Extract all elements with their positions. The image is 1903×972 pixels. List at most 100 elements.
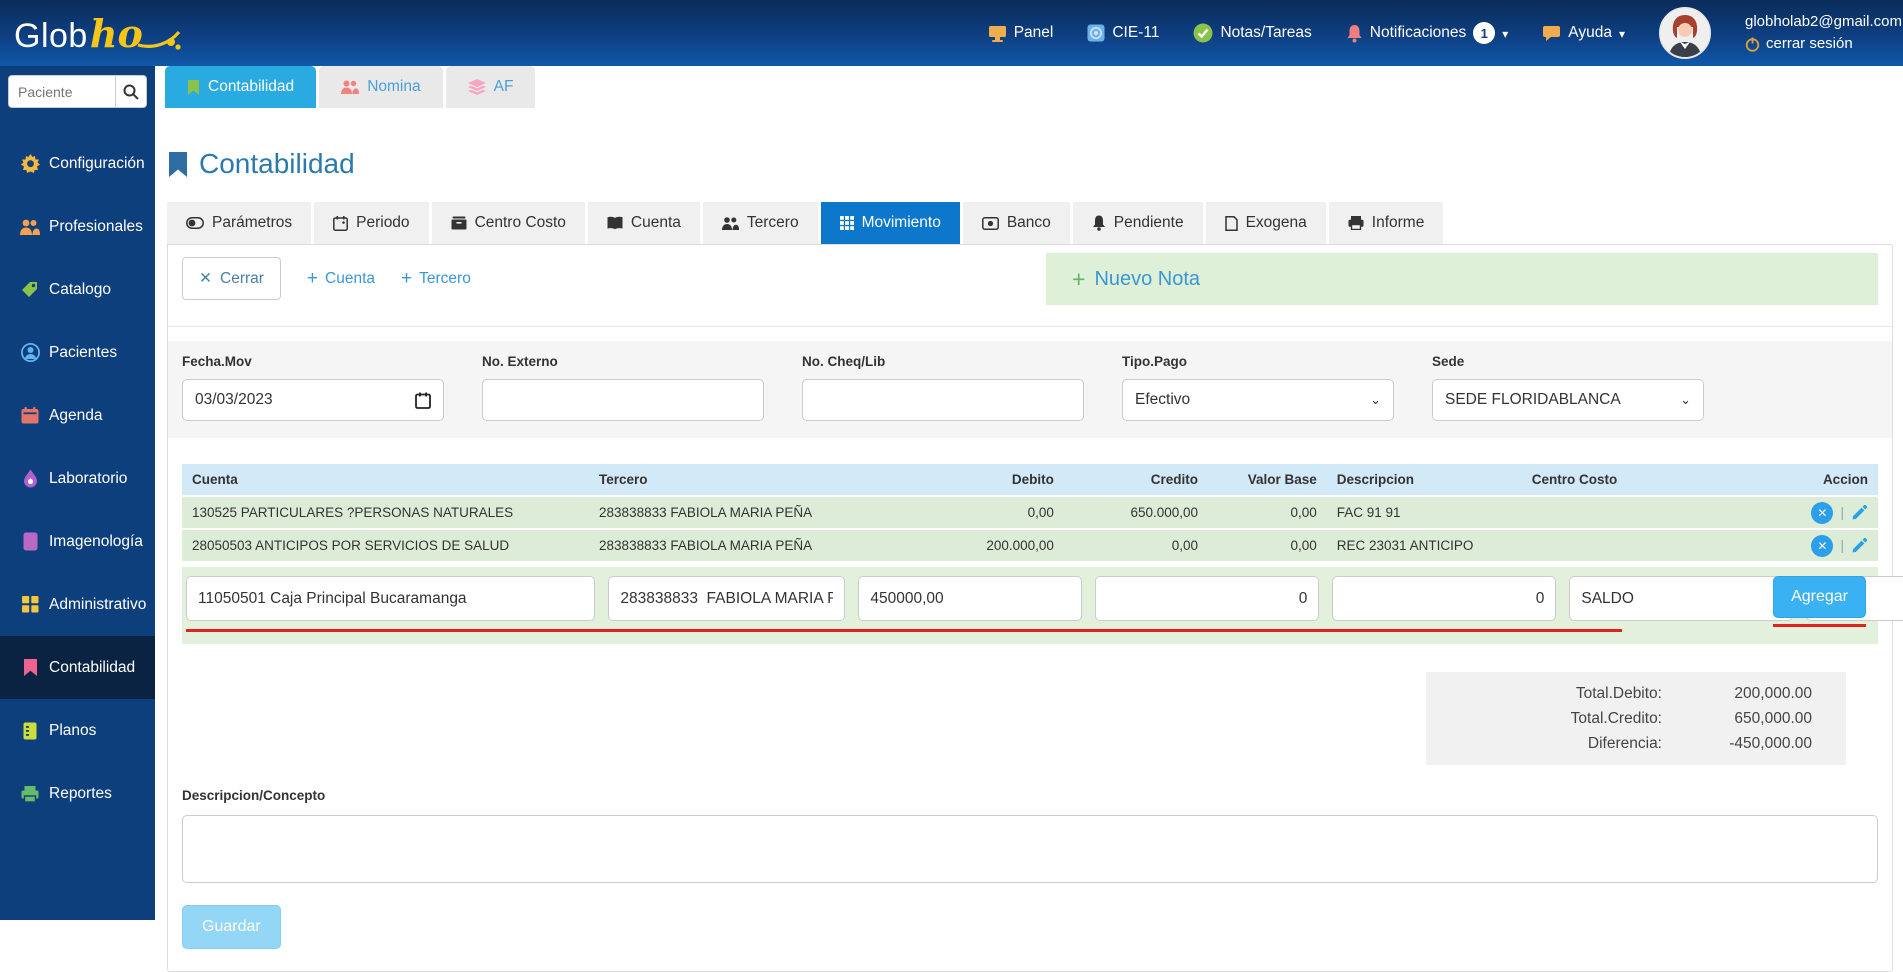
entry-valor-base-input[interactable] (1332, 576, 1557, 621)
add-tercero-button[interactable]: + Tercero (401, 268, 471, 290)
concept-textarea[interactable] (182, 815, 1878, 884)
subtab-exogena[interactable]: Exogena (1205, 202, 1326, 244)
app-logo[interactable]: Glob ho (0, 11, 440, 56)
logout-button[interactable]: cerrar sesión (1745, 33, 1903, 56)
sidebar-item-laboratorio[interactable]: Laboratorio (0, 447, 155, 510)
sidebar-item-profesionales[interactable]: Profesionales (0, 195, 155, 258)
logo-text: Glob (14, 16, 88, 55)
avatar[interactable] (1659, 7, 1711, 59)
user-email: globholab2@gmail.com (1745, 12, 1902, 30)
sidebar-item-administrativo[interactable]: Administrativo (0, 573, 155, 636)
cheq-input[interactable] (802, 379, 1084, 421)
sidebar-item-pacientes[interactable]: Pacientes (0, 321, 155, 384)
subtab-label: Cuenta (630, 214, 681, 231)
bookmark-icon (187, 79, 200, 96)
nav-notas-tareas[interactable]: Notas/Tareas (1193, 23, 1312, 43)
patient-search-input[interactable] (8, 75, 116, 108)
cell-valor-base: 0,00 (1290, 538, 1317, 553)
subtabs: Parámetros Periodo Centro Costo Cuenta T… (167, 202, 1903, 244)
col-valor-base: Valor Base (1247, 472, 1317, 487)
sede-value: SEDE FLORIDABLANCA (1445, 391, 1621, 408)
subtab-parametros[interactable]: Parámetros (167, 202, 312, 244)
sidebar-item-label: Reportes (49, 784, 112, 802)
externo-input[interactable] (482, 379, 764, 421)
subtab-movimiento[interactable]: Movimiento (820, 202, 960, 244)
entry-cuenta-input[interactable] (186, 576, 596, 621)
add-cuenta-button[interactable]: + Cuenta (307, 268, 375, 290)
entry-debito-input[interactable] (858, 576, 1083, 621)
subtab-label: Exogena (1245, 214, 1307, 231)
subtab-banco[interactable]: Banco (962, 202, 1070, 244)
cell-tercero: 283838833 FABIOLA MARIA PEÑA (599, 538, 813, 553)
sidebar-item-agenda[interactable]: Agenda (0, 384, 155, 447)
fecha-value: 03/03/2023 (195, 391, 273, 408)
people-icon (721, 216, 739, 230)
people-icon (341, 80, 360, 94)
divider (168, 326, 1892, 327)
user-block: globholab2@gmail.com cerrar sesión (1745, 11, 1903, 56)
person-circle-icon (20, 343, 40, 362)
diferencia-label: Diferencia: (1587, 735, 1662, 753)
separator: | (1840, 505, 1844, 520)
subtab-label: Informe (1371, 214, 1425, 231)
tab-nomina[interactable]: Nomina (319, 66, 443, 108)
nueva-nota-label: Nuevo Nota (1094, 267, 1201, 290)
entry-credito-input[interactable] (1095, 576, 1320, 621)
subtab-label: Pendiente (1113, 214, 1184, 231)
tipo-pago-select[interactable]: Efectivo ⌄ (1122, 379, 1394, 421)
edit-row-icon[interactable] (1851, 537, 1868, 554)
tab-af[interactable]: AF (445, 66, 536, 108)
cell-descripcion: REC 23031 ANTICIPO (1336, 538, 1474, 553)
nav-notificaciones-label: Notificaciones (1369, 24, 1467, 41)
calendar-icon[interactable] (415, 392, 431, 409)
subtab-tercero[interactable]: Tercero (702, 202, 818, 244)
bell-icon (1092, 215, 1106, 231)
entry-descripcion-input[interactable] (1569, 576, 1794, 621)
layers-icon (467, 79, 486, 95)
field-fecha-mov: Fecha.Mov 03/03/2023 (182, 354, 444, 421)
fecha-input[interactable]: 03/03/2023 (182, 379, 444, 421)
card-icon (981, 216, 999, 230)
sidebar: Configuración Profesionales Catalogo Pac… (0, 66, 155, 920)
nueva-nota-button[interactable]: + Nuevo Nota (1046, 253, 1878, 305)
tab-contabilidad[interactable]: Contabilidad (165, 66, 317, 108)
cell-debito: 200.000,00 (986, 538, 1054, 553)
col-descripcion: Descripcion (1336, 472, 1415, 487)
sidebar-item-configuracion[interactable]: Configuración (0, 132, 155, 195)
delete-row-icon[interactable]: ✕ (1811, 501, 1834, 524)
subtab-informe[interactable]: Informe (1328, 202, 1444, 244)
total-credito-value: 650,000.00 (1734, 710, 1812, 728)
tipo-pago-value: Efectivo (1135, 391, 1191, 408)
edit-row-icon[interactable] (1851, 504, 1868, 521)
subtab-centro-costo[interactable]: Centro Costo (431, 202, 585, 244)
toolbar: ✕ Cerrar + Cuenta + Tercero + Nuevo Nota (168, 245, 1892, 312)
sede-select[interactable]: SEDE FLORIDABLANCA ⌄ (1432, 379, 1704, 421)
sede-label: Sede (1432, 354, 1465, 369)
tab-label: AF (493, 78, 514, 95)
nav-notificaciones[interactable]: Notificaciones 1 ▾ (1346, 22, 1508, 44)
field-sede: Sede SEDE FLORIDABLANCA ⌄ (1432, 354, 1704, 421)
sidebar-item-reportes[interactable]: Reportes (0, 762, 155, 825)
sidebar-item-planos[interactable]: Planos (0, 699, 155, 762)
cerrar-button[interactable]: ✕ Cerrar (182, 257, 281, 300)
sidebar-item-imagenologia[interactable]: Imagenología (0, 510, 155, 573)
guardar-button[interactable]: Guardar (182, 905, 281, 950)
concept-label: Descripcion/Concepto (182, 788, 326, 804)
sidebar-item-catalogo[interactable]: Catalogo (0, 258, 155, 321)
sidebar-item-contabilidad[interactable]: Contabilidad (0, 636, 155, 699)
col-debito: Debito (1011, 472, 1054, 487)
nav-cie11[interactable]: CIE-11 (1087, 24, 1159, 42)
agregar-button[interactable]: Agregar (1773, 576, 1866, 618)
search-button[interactable] (116, 75, 147, 108)
entry-tercero-input[interactable] (608, 576, 846, 621)
subtab-label: Banco (1006, 214, 1051, 231)
main-content: Contabilidad Nomina AF Contabilidad Pará… (155, 66, 1903, 972)
subtab-cuenta[interactable]: Cuenta (587, 202, 700, 244)
nav-ayuda[interactable]: Ayuda ▾ (1542, 24, 1625, 42)
tab-label: Nomina (367, 78, 421, 95)
nav-panel[interactable]: Panel (988, 24, 1053, 42)
subtab-pendiente[interactable]: Pendiente (1072, 202, 1203, 244)
bookmark-icon (167, 150, 189, 179)
delete-row-icon[interactable]: ✕ (1811, 534, 1834, 557)
subtab-periodo[interactable]: Periodo (314, 202, 429, 244)
